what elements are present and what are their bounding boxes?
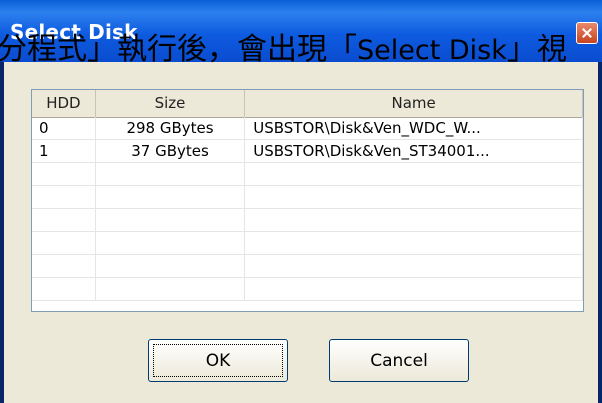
- ok-button[interactable]: OK: [148, 339, 288, 382]
- empty-row: [32, 255, 583, 278]
- table-row[interactable]: 1 37 GBytes USBSTOR\Disk&Ven_ST34001...: [32, 140, 583, 163]
- caption-prefix: 分程式」執行後，會出現「: [0, 32, 357, 67]
- document-caption: 分程式」執行後，會出現「Select Disk」視: [0, 24, 567, 68]
- empty-row: [32, 163, 583, 186]
- table-row[interactable]: 0 298 GBytes USBSTOR\Disk&Ven_WDC_W...: [32, 117, 583, 140]
- cell-hdd: 1: [32, 140, 96, 162]
- empty-row: [32, 186, 583, 209]
- empty-row: [32, 209, 583, 232]
- column-header-hdd[interactable]: HDD: [32, 90, 96, 117]
- cell-size: 298 GBytes: [96, 117, 246, 139]
- list-header: HDD Size Name: [32, 90, 583, 118]
- disk-list[interactable]: HDD Size Name 0 298 GBytes USBSTOR\Disk&…: [31, 89, 584, 312]
- column-header-name[interactable]: Name: [245, 90, 583, 117]
- cell-size: 37 GBytes: [96, 140, 246, 162]
- empty-row: [32, 232, 583, 255]
- cell-name: USBSTOR\Disk&Ven_ST34001...: [245, 140, 583, 162]
- column-header-size[interactable]: Size: [96, 90, 246, 117]
- cancel-button[interactable]: Cancel: [329, 339, 469, 382]
- cell-name: USBSTOR\Disk&Ven_WDC_W...: [245, 117, 583, 139]
- caption-suffix: 」視: [506, 32, 567, 67]
- cell-hdd: 0: [32, 117, 96, 139]
- close-icon[interactable]: [576, 22, 598, 44]
- list-rows: 0 298 GBytes USBSTOR\Disk&Ven_WDC_W... 1…: [32, 117, 583, 301]
- caption-highlight: Select Disk: [357, 35, 507, 66]
- empty-row: [32, 278, 583, 301]
